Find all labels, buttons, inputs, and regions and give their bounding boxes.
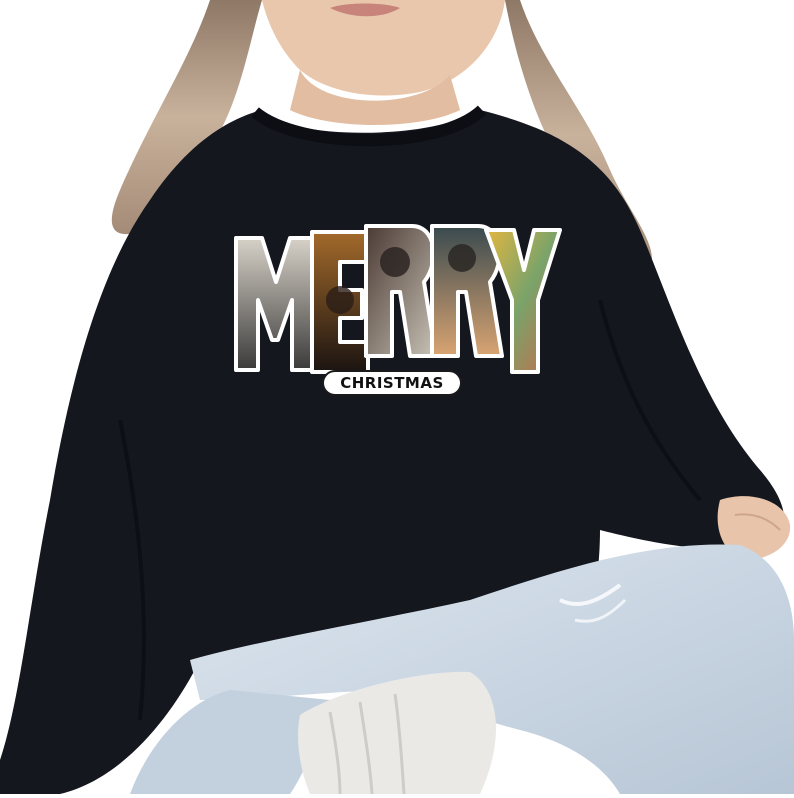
product-photo bbox=[0, 0, 794, 795]
photo-illustration bbox=[0, 0, 794, 795]
letter-e bbox=[310, 230, 370, 374]
christmas-label: CHRISTMAS bbox=[322, 370, 462, 396]
